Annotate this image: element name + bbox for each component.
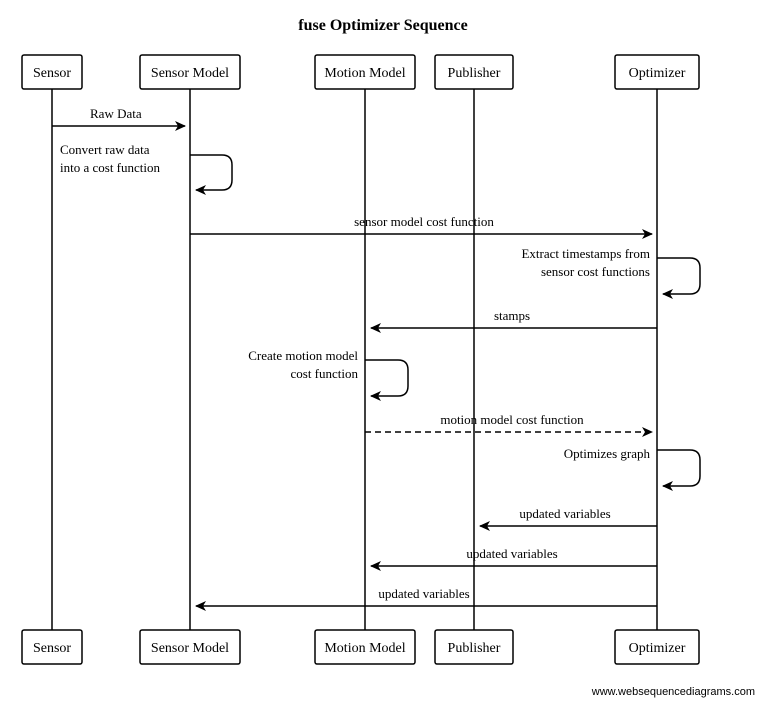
participant-optimizer-bottom: Optimizer (615, 630, 699, 664)
svg-text:Motion Model: Motion Model (324, 641, 405, 656)
svg-text:Publisher: Publisher (448, 66, 501, 81)
msg-updated-motion: updated variables (371, 546, 657, 566)
svg-text:stamps: stamps (494, 308, 530, 323)
msg-sensor-cost: sensor model cost function (190, 214, 652, 234)
svg-text:Optimizer: Optimizer (629, 641, 686, 656)
svg-text:motion model cost function: motion model cost function (440, 412, 584, 427)
msg-raw-data: Raw Data (52, 106, 185, 126)
credit-text: www.websequencediagrams.com (591, 686, 755, 698)
svg-text:Motion Model: Motion Model (324, 66, 405, 81)
diagram-title: fuse Optimizer Sequence (298, 17, 467, 34)
msg-motion-cost: motion model cost function (365, 412, 652, 432)
participant-sensor-model-bottom: Sensor Model (140, 630, 240, 664)
msg-updated-sensor-model: updated variables (196, 586, 657, 606)
participant-publisher-top: Publisher (435, 55, 513, 89)
participant-motion-model-top: Motion Model (315, 55, 415, 89)
participant-publisher-bottom: Publisher (435, 630, 513, 664)
svg-text:Optimizer: Optimizer (629, 66, 686, 81)
svg-text:Sensor Model: Sensor Model (151, 66, 229, 81)
sequence-diagram: fuse Optimizer Sequence Sensor Sensor Mo… (0, 0, 767, 706)
svg-text:Optimizes graph: Optimizes graph (564, 446, 651, 461)
svg-text:sensor model cost function: sensor model cost function (354, 214, 494, 229)
participant-optimizer-top: Optimizer (615, 55, 699, 89)
svg-text:cost function: cost function (290, 366, 358, 381)
svg-text:Raw Data: Raw Data (90, 106, 142, 121)
svg-text:into a cost function: into a cost function (60, 160, 161, 175)
msg-optimizes-self: Optimizes graph (564, 446, 700, 486)
svg-text:Convert raw data: Convert raw data (60, 142, 150, 157)
svg-text:Sensor: Sensor (33, 66, 71, 81)
participant-sensor-bottom: Sensor (22, 630, 82, 664)
svg-text:Extract timestamps from: Extract timestamps from (521, 246, 650, 261)
svg-text:sensor cost functions: sensor cost functions (541, 264, 650, 279)
msg-updated-publisher: updated variables (480, 506, 657, 526)
participant-sensor-top: Sensor (22, 55, 82, 89)
participant-motion-model-bottom: Motion Model (315, 630, 415, 664)
participant-sensor-model-top: Sensor Model (140, 55, 240, 89)
svg-text:Sensor: Sensor (33, 641, 71, 656)
svg-text:updated variables: updated variables (519, 506, 610, 521)
msg-extract-self: Extract timestamps from sensor cost func… (521, 246, 700, 294)
svg-text:Create motion model: Create motion model (248, 348, 358, 363)
svg-text:Sensor Model: Sensor Model (151, 641, 229, 656)
msg-convert-self: Convert raw data into a cost function (60, 142, 232, 190)
svg-text:Publisher: Publisher (448, 641, 501, 656)
svg-text:updated variables: updated variables (378, 586, 469, 601)
msg-stamps: stamps (371, 308, 657, 328)
svg-text:updated variables: updated variables (466, 546, 557, 561)
msg-create-self: Create motion model cost function (248, 348, 408, 396)
